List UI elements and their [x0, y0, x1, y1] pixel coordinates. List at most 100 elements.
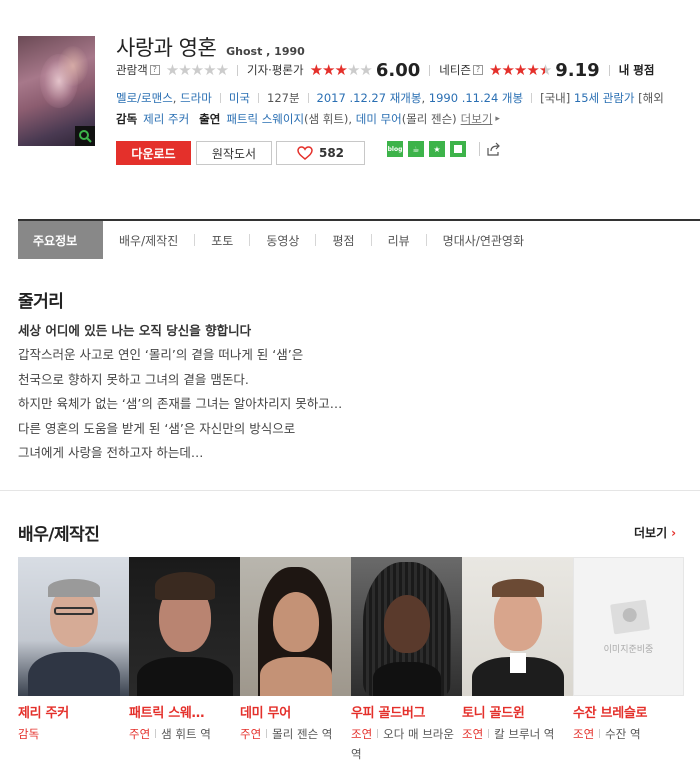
- rating-divider: [429, 64, 431, 76]
- crew-row: 감독 제리 주커 출연 패트릭 스웨이지 (샘 휘트), 데미 무어 (몰리 젠…: [116, 111, 500, 127]
- share-divider: [479, 142, 480, 156]
- cast-link[interactable]: 패트릭 스웨이지: [226, 111, 304, 127]
- cast-role: (샘 휘트): [304, 112, 349, 126]
- movie-subtitle: Ghost , 1990: [226, 45, 305, 58]
- role-divider: [599, 729, 601, 738]
- role-divider: [155, 729, 157, 738]
- cast-name[interactable]: 패트릭 스웨…: [129, 702, 235, 721]
- director-label: 감독: [116, 112, 138, 126]
- cast-card[interactable]: 데미 무어 주연 몰리 젠슨 역: [240, 557, 351, 764]
- blog-share-icon[interactable]: blog: [387, 141, 403, 157]
- runtime: 127분: [267, 91, 300, 105]
- cast-role-info: 주연 샘 휘트 역: [129, 724, 233, 744]
- cast-name[interactable]: 우피 골드버그: [351, 702, 457, 721]
- original-book-button[interactable]: 원작도서: [196, 141, 272, 165]
- role-divider: [488, 729, 490, 738]
- rating-divider: [608, 64, 610, 76]
- cast-role-type: 감독: [18, 727, 40, 741]
- download-button[interactable]: 다운로드: [116, 141, 191, 165]
- release-date-link[interactable]: 1990 .11.24 개봉: [429, 90, 523, 106]
- cast-name[interactable]: 제리 주커: [18, 702, 124, 721]
- synopsis-line: 하지만 육체가 없는 ‘샘’의 존재를 그녀는 알아차리지 못하고…: [18, 396, 343, 411]
- rating-row: 관람객 ? ★ ★ ★ ★ ★ 기자·평론가 ★ ★ ★ ★ ★ 6.00 네티즌 ? ★ ★ ★ ★…: [116, 60, 655, 81]
- info-divider: [219, 93, 221, 103]
- cast-name[interactable]: 토니 골드윈: [462, 702, 568, 721]
- tab-rating[interactable]: 평점: [316, 221, 370, 259]
- cast-name[interactable]: 데미 무어: [240, 702, 346, 721]
- cafe-share-icon[interactable]: ☕: [408, 141, 424, 157]
- synopsis-headline: 세상 어디에 있든 나는 오직 당신을 향합니다: [18, 323, 252, 338]
- cast-role-info: 조연 수잔 역: [573, 724, 677, 744]
- movie-title-row: 사랑과 영혼 Ghost , 1990: [116, 32, 305, 62]
- age-rating-link[interactable]: 15세 관람가: [574, 90, 635, 106]
- cast-photo-placeholder[interactable]: 이미지준비중: [573, 557, 684, 696]
- movie-info-row: 멜로/로맨스, 드라마 미국 127분 2017 .12.27 재개봉, 199…: [116, 90, 664, 106]
- star-icon: ★: [334, 61, 347, 79]
- like-button[interactable]: 582: [276, 141, 365, 165]
- synopsis-line: 그녀에게 사랑을 전하고자 하는데…: [18, 445, 204, 460]
- cast-photo[interactable]: [18, 557, 129, 696]
- cast-photo[interactable]: [240, 557, 351, 696]
- cast-card[interactable]: 제리 주커 감독: [18, 557, 129, 764]
- cast-card[interactable]: 토니 골드윈 조연 칼 브루너 역: [462, 557, 573, 764]
- genre-link[interactable]: 드라마: [180, 90, 212, 106]
- genre-link[interactable]: 멜로/로맨스: [116, 90, 173, 106]
- audience-stars: ★ ★ ★ ★ ★: [166, 61, 229, 79]
- tab-cast-crew[interactable]: 배우/제작진: [103, 221, 194, 259]
- synopsis-line: 다른 영혼의 도움을 받게 된 ‘샘’은 자신만의 방식으로: [18, 420, 296, 436]
- cast-more-link[interactable]: 더보기 ›: [634, 524, 676, 541]
- heart-icon: [297, 146, 313, 160]
- cast-role-type: 조연: [351, 727, 373, 741]
- tab-main-info[interactable]: 주요정보: [18, 221, 103, 259]
- help-icon[interactable]: ?: [149, 65, 160, 75]
- director-link[interactable]: 제리 주커: [143, 111, 189, 127]
- action-buttons: 다운로드 원작도서 582: [116, 141, 365, 165]
- tab-photo[interactable]: 포토: [195, 221, 249, 259]
- rating-divider: [237, 64, 239, 76]
- cast-link[interactable]: 데미 무어: [356, 111, 402, 127]
- country-link[interactable]: 미국: [229, 90, 250, 106]
- rating-prefix: [국내]: [540, 91, 571, 105]
- cast-photo[interactable]: [462, 557, 573, 696]
- cast-role-type: 주연: [129, 727, 151, 741]
- star-icon: ★: [215, 61, 229, 79]
- cast-card[interactable]: 패트릭 스웨… 주연 샘 휘트 역: [129, 557, 240, 764]
- star-icon: ★: [203, 61, 216, 79]
- rerelease-date-link[interactable]: 2017 .12.27 재개봉: [317, 90, 422, 106]
- image-placeholder-text: 이미지준비중: [603, 645, 654, 655]
- crew-more-link[interactable]: 더보기: [461, 111, 493, 127]
- tab-quotes-related[interactable]: 명대사/연관영화: [427, 221, 540, 259]
- star-icon: ★: [501, 61, 514, 79]
- share-icon[interactable]: [486, 142, 502, 156]
- role-divider: [266, 729, 268, 738]
- movie-tabs: 주요정보 배우/제작진 포토 동영상 평점 리뷰 명대사/연관영화: [18, 219, 700, 259]
- cast-card[interactable]: 우피 골드버그 조연 오다 매 브라운 역: [351, 557, 462, 764]
- cast-role-info: 조연 칼 브루너 역: [462, 724, 566, 744]
- netizen-label: 네티즌: [439, 63, 472, 77]
- star-icon: ★: [359, 61, 372, 79]
- movie-poster[interactable]: [18, 36, 95, 146]
- square-share-icon[interactable]: [450, 141, 466, 157]
- info-divider: [307, 93, 309, 103]
- cast-role-info: 주연 몰리 젠슨 역: [240, 724, 344, 744]
- synopsis-line: 갑작스러운 사고로 연인 ‘몰리’의 곁을 떠나게 된 ‘샘’은: [18, 347, 304, 362]
- star-icon: ★: [489, 61, 502, 79]
- cast-section-title: 배우/제작진: [18, 525, 100, 545]
- cast-photo[interactable]: [351, 557, 462, 696]
- cast-card[interactable]: 이미지준비중 수잔 브레슬로 조연 수잔 역: [573, 557, 684, 764]
- cast-role-info: 조연 오다 매 브라운 역: [351, 724, 455, 764]
- cast-name[interactable]: 수잔 브레슬로: [573, 702, 679, 721]
- tab-review[interactable]: 리뷰: [372, 221, 426, 259]
- info-divider: [258, 93, 260, 103]
- cast-role-type: 조연: [573, 727, 595, 741]
- role-divider: [377, 729, 379, 738]
- tab-video[interactable]: 동영상: [250, 221, 315, 259]
- my-rating-label[interactable]: 내 평점: [619, 62, 655, 78]
- star-share-icon[interactable]: ★: [429, 141, 445, 157]
- help-icon[interactable]: ?: [473, 65, 484, 75]
- cast-label: 출연: [199, 112, 221, 126]
- movie-title: 사랑과 영혼: [116, 36, 217, 60]
- zoom-icon[interactable]: [75, 126, 95, 146]
- cast-photo[interactable]: [129, 557, 240, 696]
- netizen-stars: ★ ★ ★ ★ ★: [489, 61, 552, 79]
